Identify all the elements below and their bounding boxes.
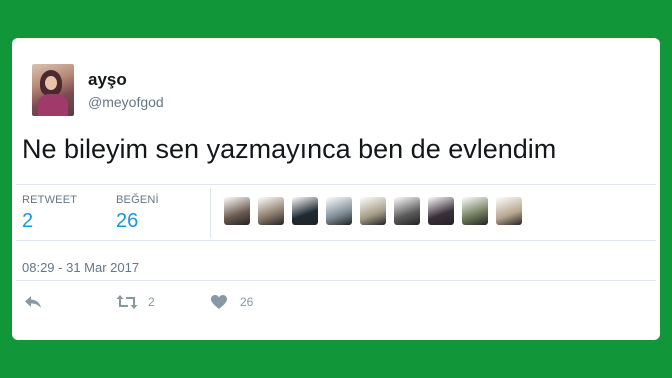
liker-avatar[interactable] xyxy=(292,197,318,225)
divider xyxy=(16,240,656,241)
tweet-text: Ne bileyim sen yazmayınca ben de evlendi… xyxy=(22,134,557,164)
liker-avatar[interactable] xyxy=(428,197,454,225)
like-stat-count[interactable]: 26 xyxy=(116,210,138,233)
retweet-icon xyxy=(116,294,138,310)
avatar[interactable] xyxy=(32,64,74,116)
tweet-card: ayşo @meyofgod Ne bileyim sen yazmayınca… xyxy=(12,38,660,340)
retweet-button[interactable]: 2 xyxy=(116,294,155,310)
timestamp[interactable]: 08:29 - 31 Mar 2017 xyxy=(22,260,139,275)
liker-avatar[interactable] xyxy=(258,197,284,225)
reply-icon xyxy=(24,294,42,310)
retweet-count: 2 xyxy=(148,295,155,309)
user-handle[interactable]: @meyofgod xyxy=(88,94,164,110)
retweet-stat-count[interactable]: 2 xyxy=(22,210,33,233)
liker-avatar[interactable] xyxy=(394,197,420,225)
reply-button[interactable] xyxy=(24,294,42,310)
heart-icon xyxy=(210,294,228,310)
divider xyxy=(16,280,656,281)
user-name[interactable]: ayşo xyxy=(88,70,127,90)
liker-avatar[interactable] xyxy=(462,197,488,225)
like-count: 26 xyxy=(240,295,254,309)
liker-avatar[interactable] xyxy=(360,197,386,225)
liker-avatar[interactable] xyxy=(326,197,352,225)
like-button[interactable]: 26 xyxy=(210,294,253,310)
divider xyxy=(16,184,656,185)
liker-avatar[interactable] xyxy=(224,197,250,225)
liker-avatar[interactable] xyxy=(496,197,522,225)
like-stat-label[interactable]: BEĞENİ xyxy=(116,194,159,206)
divider xyxy=(210,188,211,238)
retweet-stat-label[interactable]: RETWEET xyxy=(22,194,77,206)
